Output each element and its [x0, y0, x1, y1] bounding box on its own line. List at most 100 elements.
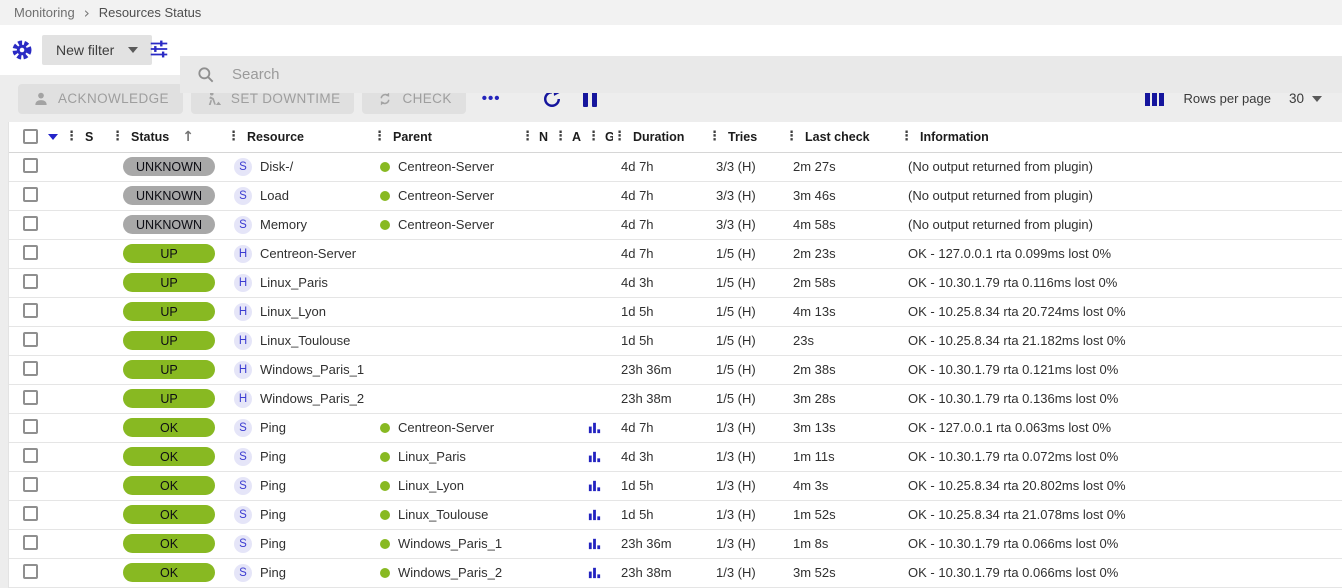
chevron-down-icon — [128, 47, 138, 53]
drag-handle-icon[interactable]: ⋮ — [587, 130, 600, 143]
parent-name: Centreon-Server — [398, 217, 494, 232]
header-status[interactable]: ⋮ Status ↑ — [111, 122, 227, 152]
graph-button[interactable] — [587, 420, 602, 435]
drag-handle-icon[interactable]: ⋮ — [900, 130, 913, 143]
row-checkbox[interactable] — [23, 448, 38, 463]
row-checkbox[interactable] — [23, 477, 38, 492]
severity-cell — [65, 297, 111, 326]
tries-cell: 1/5 (H) — [708, 355, 785, 384]
tries-cell: 1/3 (H) — [708, 500, 785, 529]
parent-cell: Linux_Paris — [373, 449, 521, 464]
drag-handle-icon[interactable]: ⋮ — [373, 130, 386, 143]
parent-status-dot-icon — [380, 452, 390, 462]
duration-cell: 23h 36m — [613, 529, 708, 558]
information-cell: OK - 10.30.1.79 rta 0.066ms lost 0% — [900, 558, 1342, 587]
table-row[interactable]: OK S Ping Linux_Lyon 1d 5h 1/3 (H) 4m 3s… — [9, 471, 1342, 500]
bar-chart-icon — [587, 565, 602, 580]
header-graph[interactable]: ⋮ G — [587, 122, 613, 152]
table-row[interactable]: UP H Linux_Toulouse 1d 5h 1/5 (H) 23s OK… — [9, 326, 1342, 355]
table-row[interactable]: UNKNOWN S Memory Centreon-Server 4d 7h 3… — [9, 210, 1342, 239]
header-information[interactable]: ⋮ Information — [900, 122, 1342, 152]
rows-per-page-select[interactable]: 30 — [1289, 91, 1328, 106]
duration-cell: 4d 7h — [613, 413, 708, 442]
row-checkbox[interactable] — [23, 216, 38, 231]
table-row[interactable]: UP H Linux_Lyon 1d 5h 1/5 (H) 4m 13s OK … — [9, 297, 1342, 326]
row-checkbox[interactable] — [23, 303, 38, 318]
row-checkbox[interactable] — [23, 274, 38, 289]
table-row[interactable]: UP H Centreon-Server 4d 7h 1/5 (H) 2m 23… — [9, 239, 1342, 268]
resources-table: ⋮ S ⋮ Status ↑ ⋮ Resource ⋮ Parent ⋮ N ⋮ — [8, 122, 1342, 588]
search-input[interactable] — [232, 66, 832, 83]
drag-handle-icon[interactable]: ⋮ — [111, 130, 124, 143]
severity-cell — [65, 500, 111, 529]
header-tries[interactable]: ⋮ Tries — [708, 122, 785, 152]
row-checkbox[interactable] — [23, 390, 38, 405]
header-notification[interactable]: ⋮ N — [521, 122, 554, 152]
severity-cell — [65, 326, 111, 355]
row-checkbox[interactable] — [23, 506, 38, 521]
table-row[interactable]: UP H Windows_Paris_1 23h 36m 1/5 (H) 2m … — [9, 355, 1342, 384]
table-row[interactable]: OK S Ping Windows_Paris_2 23h 38m 1/3 (H… — [9, 558, 1342, 587]
new-filter-dropdown[interactable]: New filter — [42, 35, 152, 65]
graph-button[interactable] — [587, 478, 602, 493]
graph-button[interactable] — [587, 536, 602, 551]
selection-menu-chevron-icon[interactable] — [48, 134, 58, 140]
duration-cell: 4d 7h — [613, 181, 708, 210]
row-checkbox[interactable] — [23, 535, 38, 550]
row-checkbox[interactable] — [23, 564, 38, 579]
drag-handle-icon[interactable]: ⋮ — [554, 130, 567, 143]
row-checkbox[interactable] — [23, 419, 38, 434]
last-check-cell: 1m 52s — [785, 500, 900, 529]
tries-cell: 1/5 (H) — [708, 268, 785, 297]
table-row[interactable]: OK S Ping Windows_Paris_1 23h 36m 1/3 (H… — [9, 529, 1342, 558]
table-row[interactable]: OK S Ping Linux_Paris 4d 3h 1/3 (H) 1m 1… — [9, 442, 1342, 471]
graph-button[interactable] — [587, 449, 602, 464]
table-row[interactable]: UP H Linux_Paris 4d 3h 1/5 (H) 2m 58s OK… — [9, 268, 1342, 297]
filter-settings-button[interactable] — [10, 38, 34, 62]
rows-per-page-value: 30 — [1289, 91, 1304, 106]
parent-name: Centreon-Server — [398, 159, 494, 174]
drag-handle-icon[interactable]: ⋮ — [785, 130, 798, 143]
graph-button[interactable] — [587, 507, 602, 522]
header-last-check[interactable]: ⋮ Last check — [785, 122, 900, 152]
filter-tune-button[interactable] — [148, 38, 170, 60]
table-row[interactable]: OK S Ping Linux_Toulouse 1d 5h 1/3 (H) 1… — [9, 500, 1342, 529]
row-checkbox[interactable] — [23, 361, 38, 376]
acknowledged-cell — [554, 268, 587, 297]
acknowledge-button[interactable]: ACKNOWLEDGE — [18, 84, 183, 114]
information-cell: OK - 10.25.8.34 rta 20.802ms lost 0% — [900, 471, 1342, 500]
graph-button[interactable] — [587, 565, 602, 580]
header-resource[interactable]: ⋮ Resource — [227, 122, 373, 152]
header-acknowledged[interactable]: ⋮ A — [554, 122, 587, 152]
breadcrumb-monitoring[interactable]: Monitoring — [14, 5, 75, 20]
row-checkbox[interactable] — [23, 332, 38, 347]
drag-handle-icon[interactable]: ⋮ — [227, 130, 240, 143]
drag-handle-icon[interactable]: ⋮ — [613, 130, 626, 143]
breadcrumb-resources-status[interactable]: Resources Status — [99, 5, 202, 20]
parent-cell: Windows_Paris_1 — [373, 536, 521, 551]
acknowledged-cell — [554, 471, 587, 500]
select-all-checkbox[interactable] — [23, 129, 38, 144]
information-cell: OK - 10.25.8.34 rta 21.182ms lost 0% — [900, 326, 1342, 355]
drag-handle-icon[interactable]: ⋮ — [65, 130, 78, 143]
drag-handle-icon[interactable]: ⋮ — [521, 130, 534, 143]
table-row[interactable]: OK S Ping Centreon-Server 4d 7h 1/3 (H) … — [9, 413, 1342, 442]
drag-handle-icon[interactable]: ⋮ — [708, 130, 721, 143]
row-checkbox[interactable] — [23, 187, 38, 202]
severity-cell — [65, 413, 111, 442]
information-cell: OK - 10.30.1.79 rta 0.066ms lost 0% — [900, 529, 1342, 558]
row-checkbox[interactable] — [23, 158, 38, 173]
notification-cell — [521, 239, 554, 268]
header-severity[interactable]: ⋮ S — [65, 122, 111, 152]
table-row[interactable]: UNKNOWN S Disk-/ Centreon-Server 4d 7h 3… — [9, 152, 1342, 181]
table-row[interactable]: UP H Windows_Paris_2 23h 38m 1/5 (H) 3m … — [9, 384, 1342, 413]
resource-kind-badge: H — [234, 332, 252, 350]
header-parent[interactable]: ⋮ Parent — [373, 122, 521, 152]
last-check-cell: 2m 27s — [785, 152, 900, 181]
resource-kind-badge: H — [234, 274, 252, 292]
severity-cell — [65, 442, 111, 471]
row-checkbox[interactable] — [23, 245, 38, 260]
table-row[interactable]: UNKNOWN S Load Centreon-Server 4d 7h 3/3… — [9, 181, 1342, 210]
header-duration[interactable]: ⋮ Duration — [613, 122, 708, 152]
sort-asc-icon: ↑ — [182, 129, 194, 145]
